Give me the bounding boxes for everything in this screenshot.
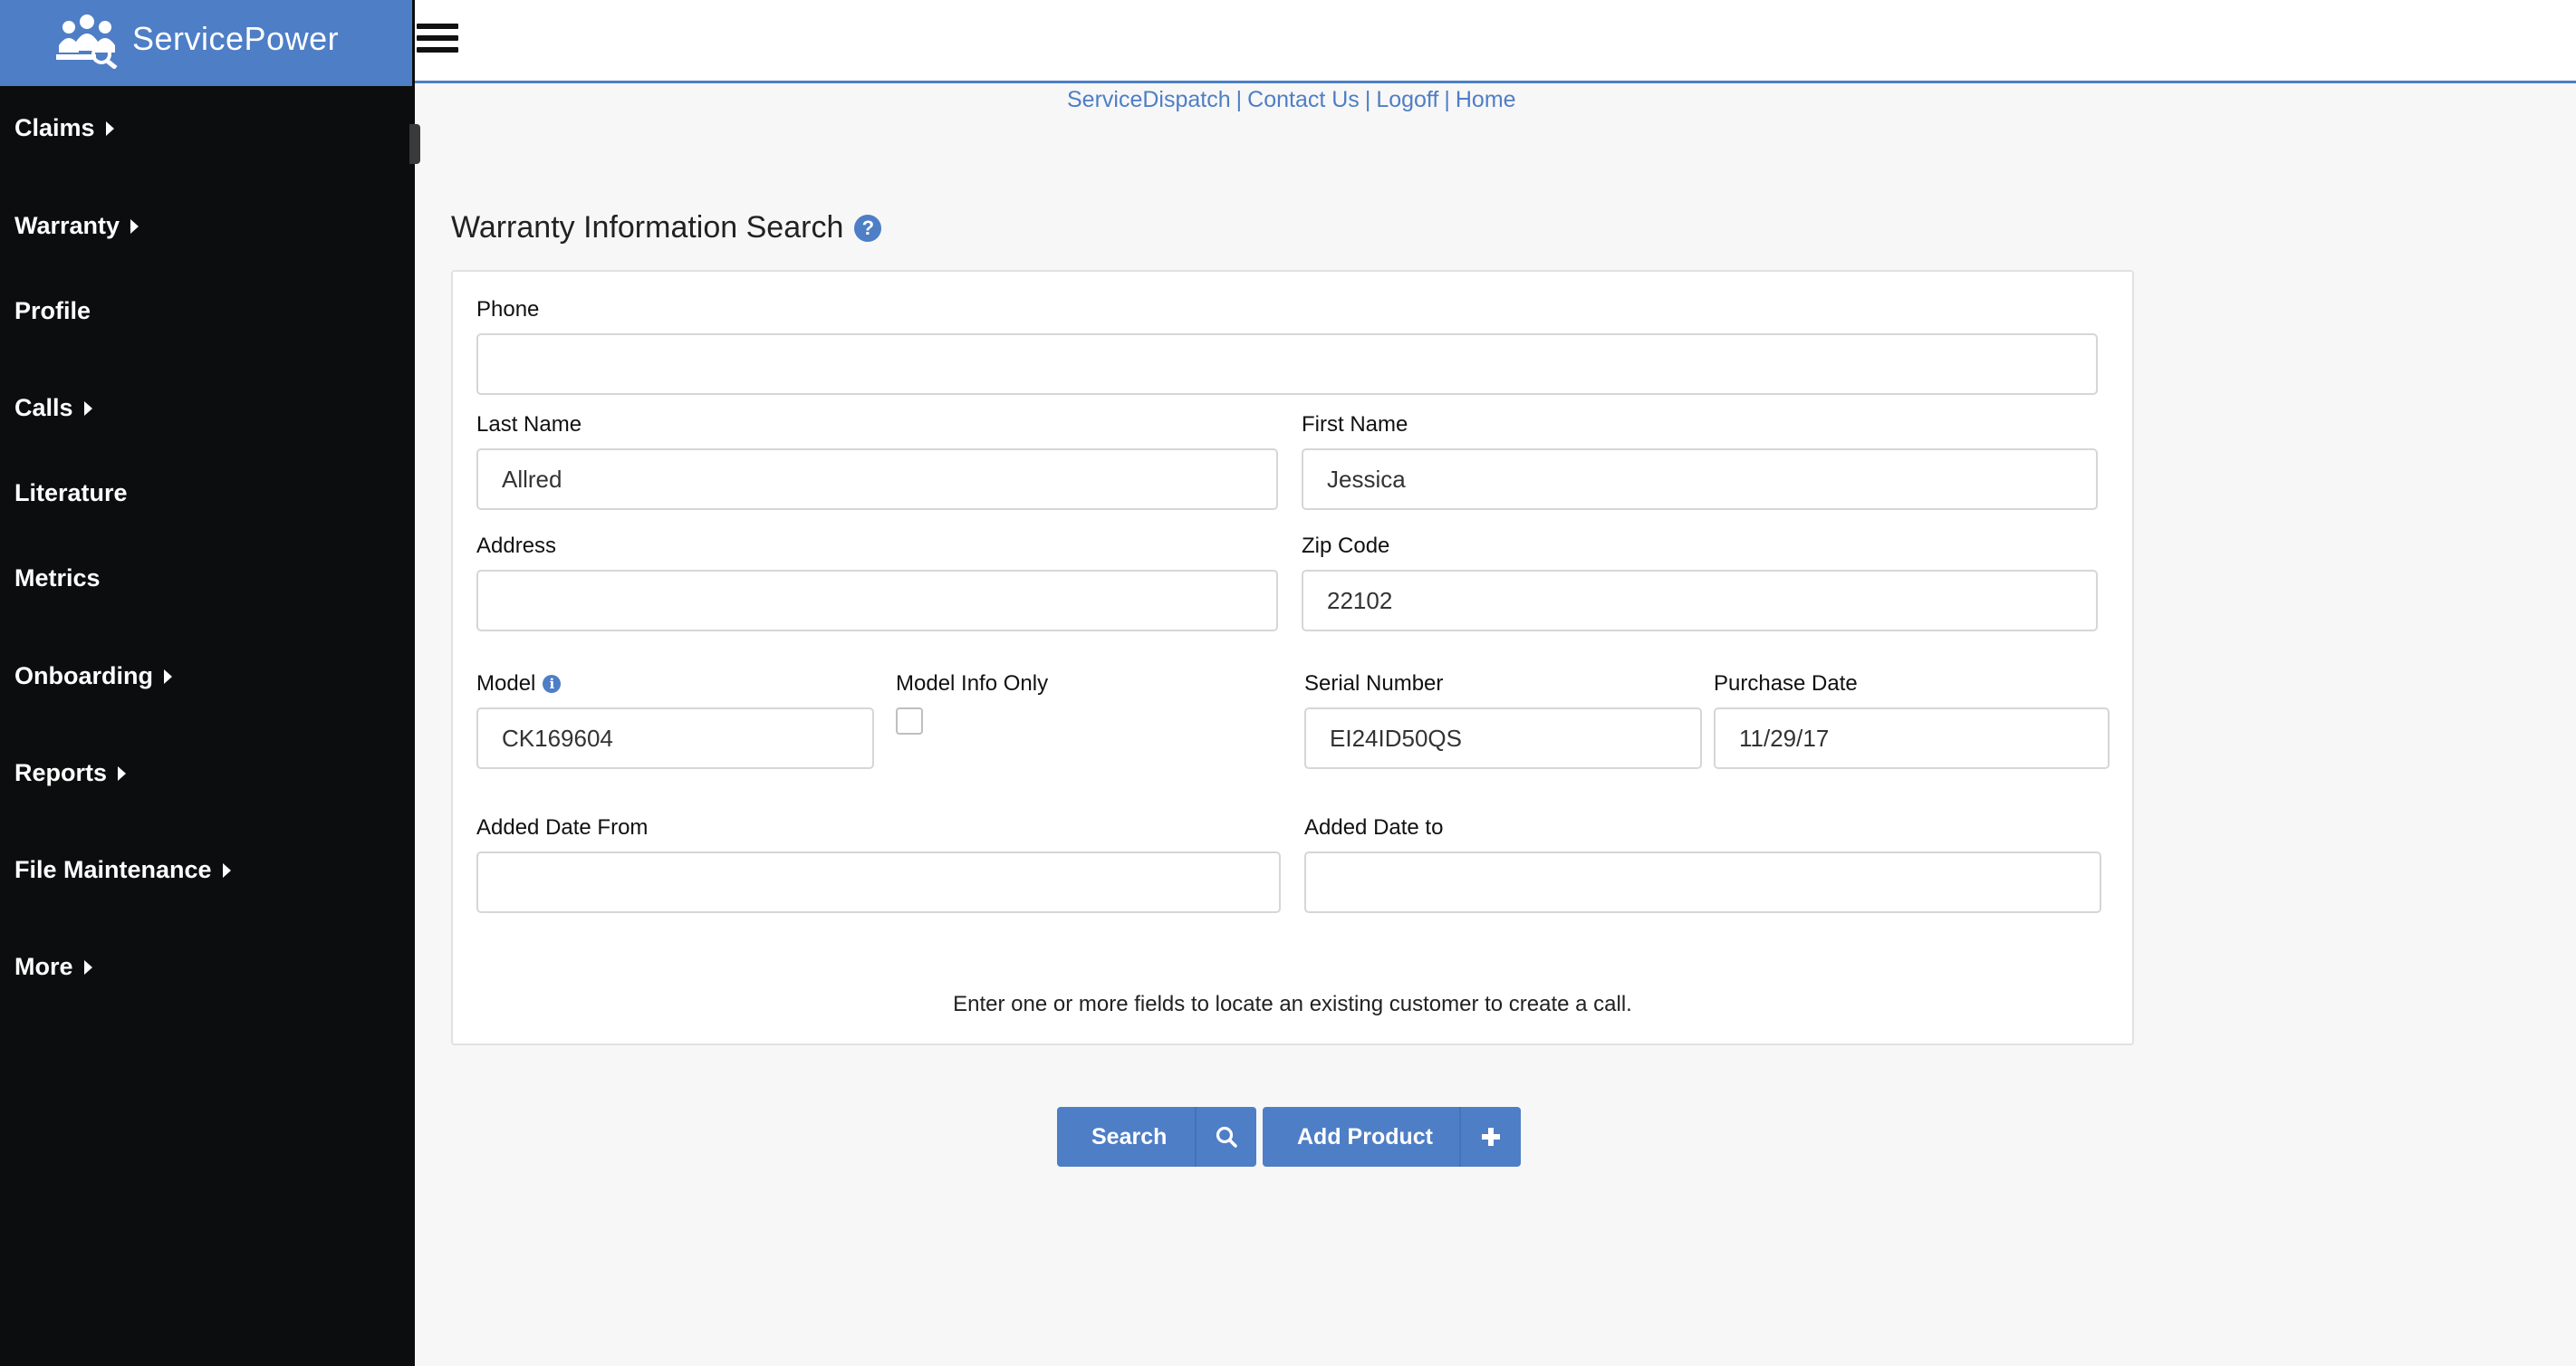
last-name-label: Last Name: [476, 412, 582, 437]
add-product-button-label: Add Product: [1297, 1123, 1433, 1150]
caret-right-icon: [83, 400, 92, 416]
hamburger-menu-icon[interactable]: [417, 24, 458, 58]
purchase-date-input[interactable]: [1714, 707, 2110, 769]
sidebar-collapse-handle[interactable]: [409, 124, 420, 164]
servicepower-logo-icon: [56, 14, 118, 69]
search-form-panel: Phone Last Name First Name Address Zip C…: [451, 270, 2134, 1045]
sidebar-item-file-maintenance[interactable]: File Maintenance: [14, 856, 231, 884]
app-root: ServicePower Claims Warranty Profile Cal…: [0, 0, 2576, 1366]
contact-us-link[interactable]: Contact Us: [1247, 87, 1360, 112]
caret-right-icon: [118, 765, 127, 781]
added-date-to-input[interactable]: [1304, 851, 2101, 913]
page-title: Warranty Information Search ?: [451, 210, 882, 245]
address-input[interactable]: [476, 570, 1278, 631]
sidebar-item-reports[interactable]: Reports: [14, 759, 127, 787]
first-name-input[interactable]: [1302, 448, 2098, 510]
model-label-text: Model: [476, 671, 536, 696]
model-label: Model i: [476, 671, 562, 697]
first-name-label: First Name: [1302, 412, 1408, 437]
search-icon: [1195, 1107, 1256, 1167]
link-separator: |: [1235, 87, 1243, 112]
logoff-link[interactable]: Logoff: [1376, 87, 1438, 112]
sidebar-item-label: Onboarding: [14, 662, 153, 689]
model-info-only-checkbox[interactable]: [896, 707, 923, 735]
caret-right-icon: [163, 669, 172, 684]
added-date-from-input[interactable]: [476, 851, 1281, 913]
serial-number-label: Serial Number: [1304, 671, 1444, 696]
purchase-date-label: Purchase Date: [1714, 671, 1858, 696]
added-date-from-label: Added Date From: [476, 815, 649, 840]
phone-input[interactable]: [476, 333, 2098, 395]
caret-right-icon: [105, 120, 114, 136]
zip-code-label: Zip Code: [1302, 534, 1390, 558]
address-label: Address: [476, 534, 557, 558]
sidebar-item-label: Reports: [14, 759, 108, 786]
brand-name: ServicePower: [132, 20, 340, 57]
sidebar-item-label: Claims: [14, 114, 95, 141]
caret-right-icon: [130, 218, 139, 234]
link-separator: |: [1444, 87, 1450, 112]
zip-code-input[interactable]: [1302, 570, 2098, 631]
search-button[interactable]: Search: [1057, 1107, 1256, 1167]
brand-header[interactable]: ServicePower: [0, 0, 412, 86]
top-bar: [415, 0, 2576, 83]
home-link[interactable]: Home: [1456, 87, 1516, 112]
added-date-to-label: Added Date to: [1304, 815, 1444, 840]
sidebar-item-label: More: [14, 953, 73, 980]
search-button-label: Search: [1091, 1123, 1168, 1150]
sidebar-item-label: Literature: [14, 479, 128, 506]
sidebar-item-metrics[interactable]: Metrics: [14, 564, 101, 592]
form-hint-text: Enter one or more fields to locate an ex…: [953, 992, 1632, 1016]
caret-right-icon: [83, 959, 92, 975]
phone-label: Phone: [476, 297, 540, 322]
sidebar-item-label: File Maintenance: [14, 856, 212, 883]
top-links: ServiceDispatch | Contact Us | Logoff | Home: [1067, 87, 1516, 113]
page-title-text: Warranty Information Search: [451, 210, 844, 245]
sidebar-item-label: Profile: [14, 297, 91, 324]
sidebar-item-profile[interactable]: Profile: [14, 297, 91, 325]
plus-icon: [1459, 1107, 1521, 1167]
model-info-only-label: Model Info Only: [896, 671, 1049, 696]
link-separator: |: [1364, 87, 1371, 112]
sidebar-item-onboarding[interactable]: Onboarding: [14, 662, 172, 690]
serial-number-input[interactable]: [1304, 707, 1702, 769]
sidebar-item-label: Metrics: [14, 564, 101, 592]
sidebar-item-literature[interactable]: Literature: [14, 479, 128, 507]
sidebar-item-label: Warranty: [14, 212, 120, 239]
sidebar-item-claims[interactable]: Claims: [14, 114, 114, 142]
sidebar-item-calls[interactable]: Calls: [14, 394, 92, 422]
last-name-input[interactable]: [476, 448, 1278, 510]
info-icon[interactable]: i: [543, 675, 562, 693]
sidebar: ServicePower Claims Warranty Profile Cal…: [0, 0, 420, 1366]
model-input[interactable]: [476, 707, 874, 769]
help-question-icon[interactable]: ?: [854, 214, 882, 242]
sidebar-item-label: Calls: [14, 394, 73, 421]
add-product-button[interactable]: Add Product: [1263, 1107, 1521, 1167]
sidebar-item-warranty[interactable]: Warranty: [14, 212, 139, 240]
service-dispatch-link[interactable]: ServiceDispatch: [1067, 87, 1231, 112]
sidebar-item-more[interactable]: More: [14, 953, 92, 981]
caret-right-icon: [222, 862, 231, 878]
